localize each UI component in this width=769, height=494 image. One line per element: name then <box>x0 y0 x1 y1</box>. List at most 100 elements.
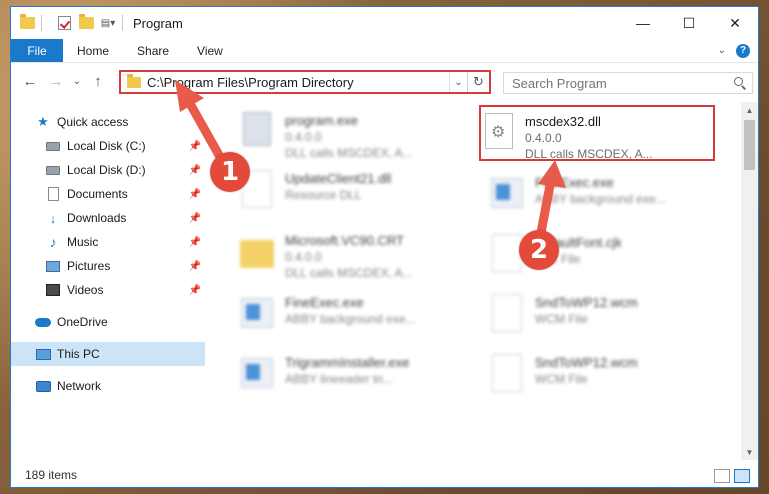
sidebar-item-pictures[interactable]: Pictures 📌 <box>11 254 205 278</box>
list-item[interactable]: SndToWP12.wcm WCM File <box>487 352 717 404</box>
pin-icon[interactable]: 📌 <box>189 189 201 200</box>
tab-file[interactable]: File <box>11 39 63 62</box>
file-name: TrigrammInstaller.exe <box>285 355 410 370</box>
disk-icon <box>45 163 61 177</box>
file-detail: 0.4.0.0 <box>285 130 322 144</box>
pin-icon[interactable]: 📌 <box>189 237 201 248</box>
navigation-pane: ★ Quick access Local Disk (C:) 📌 Local D… <box>11 102 205 457</box>
forward-button[interactable]: → <box>43 69 69 93</box>
file-detail: ABBY background exe... <box>285 312 416 326</box>
sidebar-item-label: Downloads <box>67 211 127 225</box>
maximize-button[interactable]: ☐ <box>666 7 712 39</box>
sidebar-item-label: Documents <box>67 187 128 201</box>
file-detail: ABBY lineeader tri... <box>285 372 393 386</box>
file-detail: WCM File <box>535 312 588 326</box>
file-version: 0.4.0.0 <box>525 131 562 145</box>
vertical-scrollbar[interactable]: ▲ ▼ <box>741 102 758 460</box>
pictures-icon <box>45 259 61 273</box>
sidebar-item-label: Music <box>67 235 99 249</box>
address-row: ← → ⌄ ↑ C:\Program Files\Program Directo… <box>11 64 758 98</box>
address-path[interactable]: C:\Program Files\Program Directory <box>147 75 354 90</box>
help-icon[interactable]: ? <box>736 43 750 58</box>
pin-icon[interactable]: 📌 <box>189 165 201 176</box>
file-name: SndToWP12.wcm <box>535 295 638 310</box>
application-icon <box>487 174 527 218</box>
back-button[interactable]: ← <box>17 69 43 93</box>
file-detail: Resource DLL <box>285 188 362 202</box>
pin-icon[interactable]: 📌 <box>189 285 201 296</box>
file-name: FineExec.exe <box>285 295 364 310</box>
search-box[interactable] <box>503 72 753 94</box>
dll-gear-icon <box>485 113 513 149</box>
list-item[interactable]: program.exe 0.4.0.0 DLL calls MSCDEX, A.… <box>237 110 467 162</box>
scroll-down-icon[interactable]: ▼ <box>741 444 758 460</box>
music-icon: ♪ <box>49 234 57 250</box>
step-1-badge: 1 <box>210 152 250 192</box>
tab-view[interactable]: View <box>183 39 237 62</box>
properties-icon[interactable] <box>56 15 72 31</box>
pin-icon[interactable]: 📌 <box>189 213 201 224</box>
tab-home[interactable]: Home <box>63 39 123 62</box>
file-detail: DLL calls MSCDEX, A... <box>285 266 413 280</box>
tab-share[interactable]: Share <box>123 39 183 62</box>
address-bar[interactable]: C:\Program Files\Program Directory ⌄ ↻ <box>119 70 491 94</box>
file-detail: 0.4.0.0 <box>285 250 322 264</box>
sidebar-item-label: Videos <box>67 283 104 297</box>
search-icon[interactable] <box>734 77 746 89</box>
list-item[interactable]: FineExec.exe ABBY background exe... <box>237 292 467 344</box>
dll-file-item[interactable]: mscdex32.dll 0.4.0.0 DLL calls MSCDEX, A… <box>479 105 715 161</box>
folder-icon <box>127 73 141 88</box>
address-dropdown-icon[interactable]: ⌄ <box>449 72 467 92</box>
list-item[interactable]: SndToWP12.wcm WCM File <box>487 292 717 344</box>
sidebar-item-local-disk-d[interactable]: Local Disk (D:) 📌 <box>11 158 205 182</box>
file-detail: DLL calls MSCDEX, A... <box>285 146 413 160</box>
pin-icon[interactable]: 📌 <box>189 261 201 272</box>
sidebar-item-label: Local Disk (D:) <box>67 163 146 177</box>
sidebar-item-local-disk-c[interactable]: Local Disk (C:) 📌 <box>11 134 205 158</box>
downloads-icon: ↓ <box>49 210 57 226</box>
customize-toolbar-icon[interactable]: ▤▾ <box>100 15 116 31</box>
item-count: 189 items <box>25 468 78 482</box>
ribbon-expand-icon[interactable]: ⌄ <box>718 45 726 56</box>
search-input[interactable] <box>512 75 722 91</box>
refresh-icon[interactable]: ↻ <box>467 72 489 92</box>
sidebar-item-downloads[interactable]: ↓ Downloads 📌 <box>11 206 205 230</box>
sidebar-item-label: OneDrive <box>57 315 108 329</box>
sidebar-item-quick-access[interactable]: ★ Quick access <box>11 110 205 134</box>
sidebar-item-this-pc[interactable]: This PC <box>11 342 205 366</box>
recent-locations-button[interactable]: ⌄ <box>69 69 85 93</box>
sidebar-item-network[interactable]: Network <box>11 374 205 398</box>
sidebar-item-label: Pictures <box>67 259 111 273</box>
step-2-badge: 2 <box>519 230 559 270</box>
sidebar-item-music[interactable]: ♪ Music 📌 <box>11 230 205 254</box>
tiles-view-icon[interactable] <box>734 469 750 483</box>
file-name: mscdex32.dll <box>525 114 601 129</box>
scroll-up-icon[interactable]: ▲ <box>741 102 758 118</box>
sidebar-item-label: Network <box>57 379 102 393</box>
window-title: Program <box>133 15 183 31</box>
list-item[interactable]: FineExec.exe ABBY background exe... <box>487 172 717 224</box>
minimize-button[interactable]: — <box>620 7 666 39</box>
details-view-icon[interactable] <box>714 469 730 483</box>
ribbon-tabs: File Home Share View ⌄ ? <box>11 39 758 63</box>
file-name: UpdateClient21.dll <box>285 171 392 186</box>
up-button[interactable]: ↑ <box>85 69 111 93</box>
file-description: DLL calls MSCDEX, A... <box>525 147 653 161</box>
pin-icon[interactable]: 📌 <box>189 141 201 152</box>
list-item[interactable]: TrigrammInstaller.exe ABBY lineeader tri… <box>237 352 467 404</box>
sidebar-item-documents[interactable]: Documents 📌 <box>11 182 205 206</box>
scroll-thumb[interactable] <box>744 120 755 170</box>
sidebar-item-label: Quick access <box>57 115 129 129</box>
sidebar-item-onedrive[interactable]: OneDrive <box>11 310 205 334</box>
close-button[interactable]: ✕ <box>712 7 758 39</box>
network-icon <box>35 379 51 393</box>
folder-icon <box>19 14 35 31</box>
star-icon: ★ <box>37 114 49 129</box>
new-folder-icon[interactable] <box>78 14 94 31</box>
executable-icon <box>237 112 277 156</box>
list-item[interactable]: UpdateClient21.dll Resource DLL <box>237 168 467 220</box>
list-item[interactable]: Microsoft.VC90.CRT 0.4.0.0 DLL calls MSC… <box>237 230 467 282</box>
status-bar: 189 items <box>11 463 758 487</box>
sidebar-item-videos[interactable]: Videos 📌 <box>11 278 205 302</box>
folder-icon <box>237 232 277 276</box>
